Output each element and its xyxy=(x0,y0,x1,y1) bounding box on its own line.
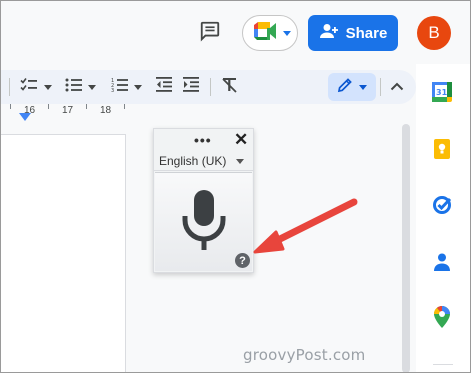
editing-mode-dropdown-icon xyxy=(359,84,367,90)
calendar-button[interactable]: 31 xyxy=(432,81,452,107)
decrease-indent-icon xyxy=(156,77,172,97)
ruler-tick xyxy=(10,104,11,109)
tasks-button[interactable] xyxy=(432,195,452,220)
ruler-label: 18 xyxy=(100,105,112,116)
ruler-label: 17 xyxy=(62,105,74,116)
comment-history-button[interactable] xyxy=(197,20,223,46)
increase-indent-icon xyxy=(183,77,199,97)
editing-mode-button[interactable] xyxy=(328,73,376,101)
pencil-icon xyxy=(337,77,353,98)
voice-typing-widget: ••• ✕ English (UK) ? xyxy=(153,128,254,273)
language-dropdown-icon xyxy=(236,159,244,164)
clear-formatting-icon xyxy=(221,77,238,98)
chevron-up-icon xyxy=(390,78,404,96)
person-add-icon xyxy=(319,23,339,43)
share-button[interactable]: Share xyxy=(308,15,398,51)
toolbar-divider xyxy=(9,78,10,96)
side-panel-divider xyxy=(433,364,453,365)
bullet-list-dropdown-icon xyxy=(88,84,96,90)
close-icon[interactable]: ✕ xyxy=(234,130,248,150)
share-label: Share xyxy=(345,24,388,42)
bullet-list-icon xyxy=(65,78,82,97)
microphone-button[interactable]: ? xyxy=(155,172,252,271)
numbered-list-button[interactable]: 123 xyxy=(111,77,142,97)
voice-typing-drag-handle[interactable]: ••• ✕ xyxy=(154,129,253,151)
ruler-label: 16 xyxy=(24,105,36,116)
comment-icon xyxy=(199,20,221,47)
svg-text:3: 3 xyxy=(111,88,114,93)
formatting-toolbar: 123 xyxy=(0,70,416,104)
meet-dropdown-icon xyxy=(283,30,291,36)
side-panel: 31 xyxy=(416,64,471,373)
ruler-tick xyxy=(48,104,49,109)
account-avatar[interactable]: B xyxy=(417,16,451,50)
watermark: groovyPost.com xyxy=(243,346,366,364)
keep-icon xyxy=(434,138,450,164)
vertical-scrollbar[interactable] xyxy=(402,124,410,373)
microphone-icon xyxy=(178,188,230,257)
calendar-icon: 31 xyxy=(432,81,452,107)
clear-formatting-button[interactable] xyxy=(221,77,238,97)
hide-menus-button[interactable] xyxy=(387,77,407,97)
keep-button[interactable] xyxy=(432,138,452,164)
horizontal-ruler[interactable]: 16 17 18 xyxy=(0,104,416,122)
maps-icon xyxy=(434,305,450,333)
maps-button[interactable] xyxy=(432,305,452,329)
checklist-icon xyxy=(20,77,38,98)
ruler-tick xyxy=(86,104,87,109)
language-select[interactable]: English (UK) xyxy=(154,151,253,171)
checklist-button[interactable] xyxy=(20,77,52,97)
svg-text:31: 31 xyxy=(436,88,448,97)
document-page[interactable] xyxy=(0,134,126,373)
toolbar-divider xyxy=(210,78,211,96)
tasks-icon xyxy=(432,195,452,220)
language-value: English (UK) xyxy=(159,153,227,168)
meet-icon xyxy=(252,20,278,47)
bullet-list-button[interactable] xyxy=(65,77,96,97)
contacts-icon xyxy=(434,253,450,276)
help-icon[interactable]: ? xyxy=(235,253,250,268)
ruler-tick xyxy=(124,104,125,109)
toolbar-divider xyxy=(380,78,381,96)
increase-indent-button[interactable] xyxy=(183,77,199,97)
decrease-indent-button[interactable] xyxy=(156,77,172,97)
checklist-dropdown-icon xyxy=(44,84,52,90)
meet-button[interactable] xyxy=(242,15,298,51)
numbered-list-icon: 123 xyxy=(111,77,128,98)
avatar-initial: B xyxy=(428,23,440,42)
more-options-icon[interactable]: ••• xyxy=(194,132,212,148)
top-header: Share B xyxy=(0,0,471,64)
numbered-list-dropdown-icon xyxy=(134,84,142,90)
contacts-button[interactable] xyxy=(432,253,452,276)
